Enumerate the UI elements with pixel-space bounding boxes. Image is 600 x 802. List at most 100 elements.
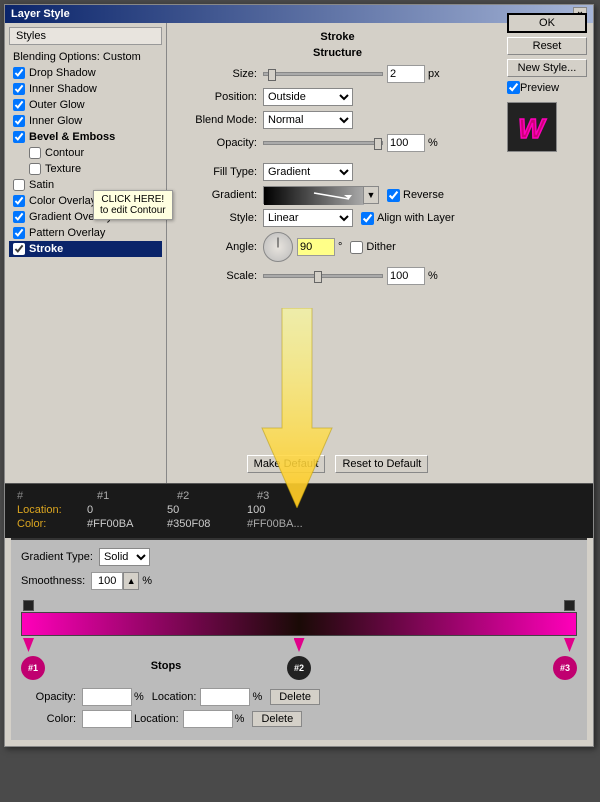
blend-mode-select[interactable]: Normal Multiply Screen [263, 111, 353, 129]
scale-unit: % [428, 270, 438, 282]
new-style-button[interactable]: New Style... [507, 59, 587, 77]
stop-label-1[interactable]: #1 [21, 656, 45, 680]
gradient-type-select[interactable]: Solid Noise [99, 548, 150, 566]
gradient-bar-container: #1 Stops #2 #3 [21, 600, 577, 680]
angle-input[interactable] [297, 238, 335, 256]
stop-color-row: Color: Location: % Delete [21, 710, 577, 728]
ok-button[interactable]: OK [507, 13, 587, 33]
stop-opacity-delete-btn[interactable]: Delete [270, 689, 320, 705]
scale-slider[interactable] [263, 274, 383, 278]
stop-location-label2: Location: [134, 713, 179, 725]
dither-checkbox[interactable] [350, 241, 363, 254]
smoothness-row: Smoothness: ▲ % [21, 572, 577, 590]
styles-header[interactable]: Styles [9, 27, 162, 45]
size-input[interactable] [387, 65, 425, 83]
stop-color-label: Color: [21, 713, 76, 725]
sidebar-item-outer-glow[interactable]: Outer Glow [9, 97, 162, 113]
preview-checkbox[interactable] [507, 81, 520, 94]
bottom-color-row: Color: #FF00BA #350F08 #FF00BA... [13, 518, 585, 530]
blend-mode-row: Blend Mode: Normal Multiply Screen [177, 111, 498, 129]
scale-input[interactable] [387, 267, 425, 285]
opacity-stop-right[interactable] [564, 600, 575, 611]
color-stops-row [21, 636, 577, 650]
align-check-label: Align with Layer [361, 212, 455, 225]
sidebar-item-blending-options[interactable]: Blending Options: Custom [9, 49, 162, 65]
smoothness-unit: % [142, 575, 152, 587]
sidebar-item-bevel-emboss[interactable]: Bevel & Emboss [9, 129, 162, 145]
right-buttons-panel: OK Reset New Style... Preview W W [507, 13, 587, 152]
stop-opacity-unit: % [134, 691, 144, 703]
stop-labels-row: #1 Stops #2 #3 [21, 650, 577, 680]
reverse-checkbox[interactable] [387, 189, 400, 202]
sidebar-item-pattern-overlay[interactable]: Pattern Overlay [9, 225, 162, 241]
tooltip: CLICK HERE! to edit Contour [93, 190, 173, 220]
align-checkbox[interactable] [361, 212, 374, 225]
size-row: Size: px [177, 65, 498, 83]
grad-type-label: Gradient Type: [21, 551, 93, 563]
gradient-bar[interactable] [21, 612, 577, 636]
stops-section-label: Stops [126, 656, 206, 680]
smoothness-step-btn[interactable]: ▲ [123, 572, 139, 590]
opacity-row: Opacity: % [177, 134, 498, 152]
preview-thumbnail: W W [507, 102, 557, 152]
stop-label-3[interactable]: #3 [553, 656, 577, 680]
angle-label: Angle: [177, 241, 257, 253]
left-panel: Styles Blending Options: Custom Drop Sha… [5, 23, 167, 483]
gradient-editor-panel: Gradient Type: Solid Noise Smoothness: ▲… [11, 538, 587, 740]
sidebar-item-drop-shadow[interactable]: Drop Shadow [9, 65, 162, 81]
loc-val-1: 0 [83, 504, 163, 516]
opacity-slider[interactable] [263, 141, 383, 145]
stop-location-unit1: % [252, 691, 262, 703]
stop-label-2[interactable]: #2 [287, 656, 311, 680]
sidebar-item-texture[interactable]: Texture [25, 161, 162, 177]
fill-type-label: Fill Type: [177, 166, 257, 178]
opacity-stop-left[interactable] [23, 600, 34, 611]
dialog-title: Layer Style [11, 8, 70, 20]
title-bar: Layer Style × [5, 5, 593, 23]
sidebar-item-inner-glow[interactable]: Inner Glow [9, 113, 162, 129]
bottom-h2[interactable]: #2 [173, 490, 253, 502]
smoothness-input[interactable] [91, 572, 123, 590]
stop-location-label1: Location: [152, 691, 197, 703]
location-label: Location: [13, 504, 83, 516]
stop-opacity-label: Opacity: [21, 691, 76, 703]
position-select[interactable]: Outside Inside Center [263, 88, 353, 106]
fill-type-select[interactable]: Gradient Color Pattern [263, 163, 353, 181]
opacity-stops-row [21, 600, 577, 611]
opacity-input[interactable] [387, 134, 425, 152]
size-slider[interactable] [263, 72, 383, 76]
stop-color-input[interactable] [82, 710, 132, 728]
color-val-2: #350F08 [163, 518, 243, 530]
fill-type-row: Fill Type: Gradient Color Pattern [177, 163, 498, 181]
stop-location-input1[interactable] [200, 688, 250, 706]
sidebar-item-contour[interactable]: Contour [25, 145, 162, 161]
default-buttons: Make Default Reset to Default [177, 455, 498, 473]
sidebar-item-stroke[interactable]: Stroke [9, 241, 162, 257]
angle-dial[interactable] [263, 232, 293, 262]
angle-degree: ° [338, 241, 342, 253]
style-row: Style: Linear Radial Angle Align with La… [177, 209, 498, 227]
stop-opacity-input[interactable] [82, 688, 132, 706]
gradient-type-row: Gradient Type: Solid Noise [21, 548, 577, 566]
style-select[interactable]: Linear Radial Angle [263, 209, 353, 227]
reset-button[interactable]: Reset [507, 37, 587, 55]
gradient-dropdown-btn[interactable]: ▼ [363, 186, 379, 204]
layer-style-dialog: Layer Style × Styles Blending Options: C… [4, 4, 594, 747]
bottom-h1[interactable]: #1 [93, 490, 173, 502]
svg-text:W: W [518, 113, 547, 144]
reset-default-button[interactable]: Reset to Default [335, 455, 428, 473]
stop-location-input2[interactable] [183, 710, 233, 728]
bottom-hash: # [13, 490, 93, 502]
stop-opacity-row: Opacity: % Location: % Delete [21, 688, 577, 706]
size-unit: px [428, 68, 440, 80]
sidebar-item-inner-shadow[interactable]: Inner Shadow [9, 81, 162, 97]
gradient-preview[interactable] [263, 186, 363, 204]
gradient-row: Gradient: ▼ Reverse [177, 186, 498, 204]
stop-color-delete-btn[interactable]: Delete [252, 711, 302, 727]
smoothness-label: Smoothness: [21, 575, 85, 587]
style-label: Style: [177, 212, 257, 224]
position-label: Position: [177, 91, 257, 103]
reverse-check-label: Reverse [387, 189, 444, 202]
blend-mode-label: Blend Mode: [177, 114, 257, 126]
dither-check-label: Dither [350, 241, 395, 254]
